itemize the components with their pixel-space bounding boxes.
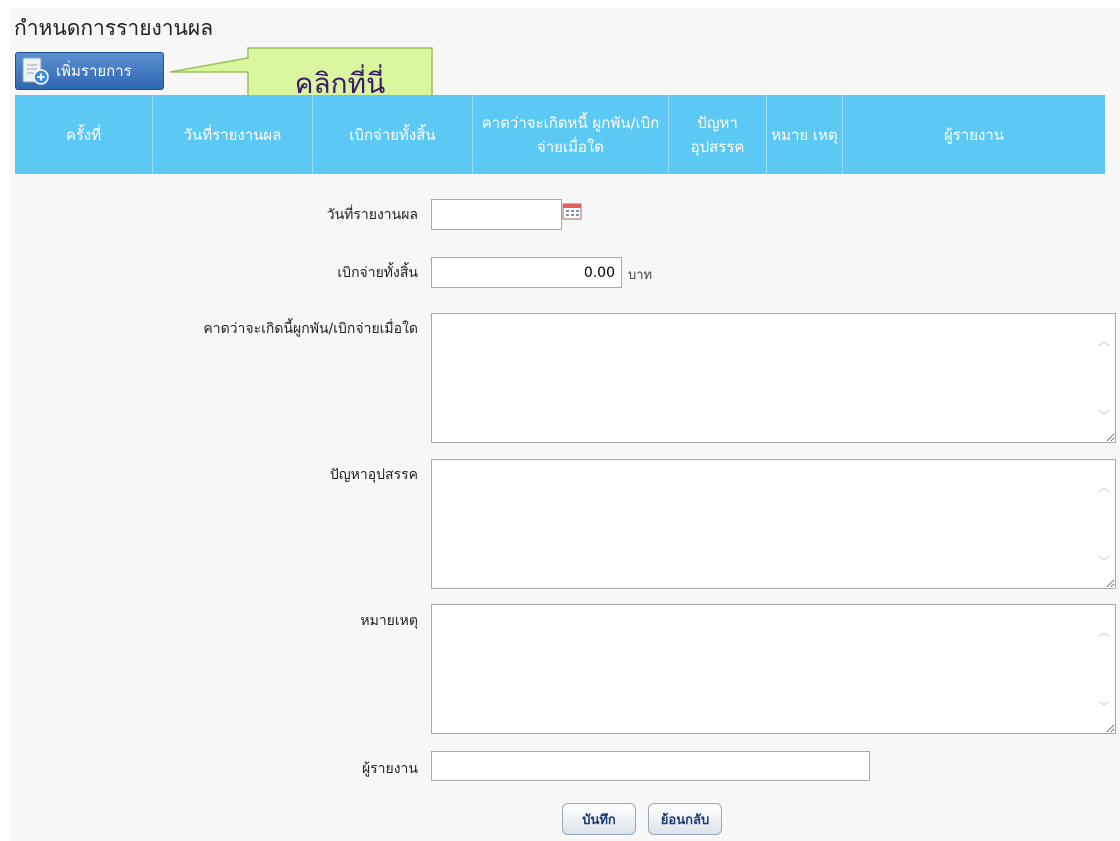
- scrollbar[interactable]: ︿ ﹀: [1097, 460, 1111, 588]
- total-disbursed-input[interactable]: [432, 258, 621, 287]
- remarks-textarea[interactable]: [432, 605, 1115, 733]
- chevron-down-icon[interactable]: ﹀: [1098, 407, 1110, 424]
- report-table-header: ครั้งที่ วันที่รายงานผล เบิกจ่ายทั้งสิ้น…: [15, 95, 1105, 174]
- reporter-field[interactable]: [431, 751, 870, 781]
- expected-commitment-textarea[interactable]: [432, 314, 1115, 442]
- chevron-up-icon[interactable]: ︿: [1098, 332, 1110, 349]
- report-date-label: วันที่รายงานผล: [326, 207, 418, 223]
- problems-field[interactable]: ︿ ﹀: [431, 459, 1116, 589]
- remarks-field[interactable]: ︿ ﹀: [431, 604, 1116, 734]
- add-document-icon: [22, 57, 49, 85]
- problems-label: ปัญหาอุปสรรค: [329, 467, 418, 483]
- report-date-input[interactable]: [432, 200, 561, 229]
- chevron-up-icon[interactable]: ︿: [1098, 623, 1110, 640]
- reporter-label: ผู้รายงาน: [361, 761, 418, 777]
- page-title: กำหนดการรายงานผล: [14, 16, 214, 40]
- column-header-total-disbursed: เบิกจ่ายทั้งสิ้น: [313, 95, 473, 174]
- column-header-problems: ปัญหา อุปสรรค: [669, 95, 767, 174]
- total-disbursed-label: เบิกจ่ายทั้งสิ้น: [337, 265, 418, 281]
- save-button[interactable]: บันทึก: [562, 803, 636, 835]
- currency-unit: บาท: [628, 268, 653, 283]
- scrollbar[interactable]: ︿ ﹀: [1097, 314, 1111, 442]
- expected-commitment-label: คาดว่าจะเกิดนี้ผูกพัน/เบิกจ่ายเมื่อใด: [203, 321, 418, 337]
- calendar-icon[interactable]: [562, 202, 582, 220]
- scrollbar[interactable]: ︿ ﹀: [1097, 605, 1111, 733]
- column-header-reporter: ผู้รายงาน: [943, 125, 1005, 144]
- column-header-expected-commitment: คาดว่าจะเกิดหนี้ ผูกพัน/เบิกจ่ายเมื่อใด: [473, 95, 669, 174]
- problems-textarea[interactable]: [432, 460, 1115, 588]
- back-button[interactable]: ย้อนกลับ: [648, 803, 722, 835]
- column-header-report-date: วันที่รายงานผล: [153, 95, 313, 174]
- chevron-up-icon[interactable]: ︿: [1098, 478, 1110, 495]
- column-header-remarks: หมาย เหตุ: [767, 95, 843, 174]
- add-item-label: เพิ่มรายการ: [56, 62, 132, 80]
- reporter-input[interactable]: [432, 752, 869, 780]
- expected-commitment-field[interactable]: ︿ ﹀: [431, 313, 1116, 443]
- chevron-down-icon[interactable]: ﹀: [1098, 698, 1110, 715]
- column-header-round: ครั้งที่: [15, 95, 153, 174]
- chevron-down-icon[interactable]: ﹀: [1098, 553, 1110, 570]
- total-disbursed-field[interactable]: [431, 257, 622, 288]
- remarks-label: หมายเหตุ: [360, 613, 418, 629]
- add-item-button[interactable]: เพิ่มรายการ: [15, 52, 164, 90]
- report-date-field[interactable]: [431, 199, 562, 230]
